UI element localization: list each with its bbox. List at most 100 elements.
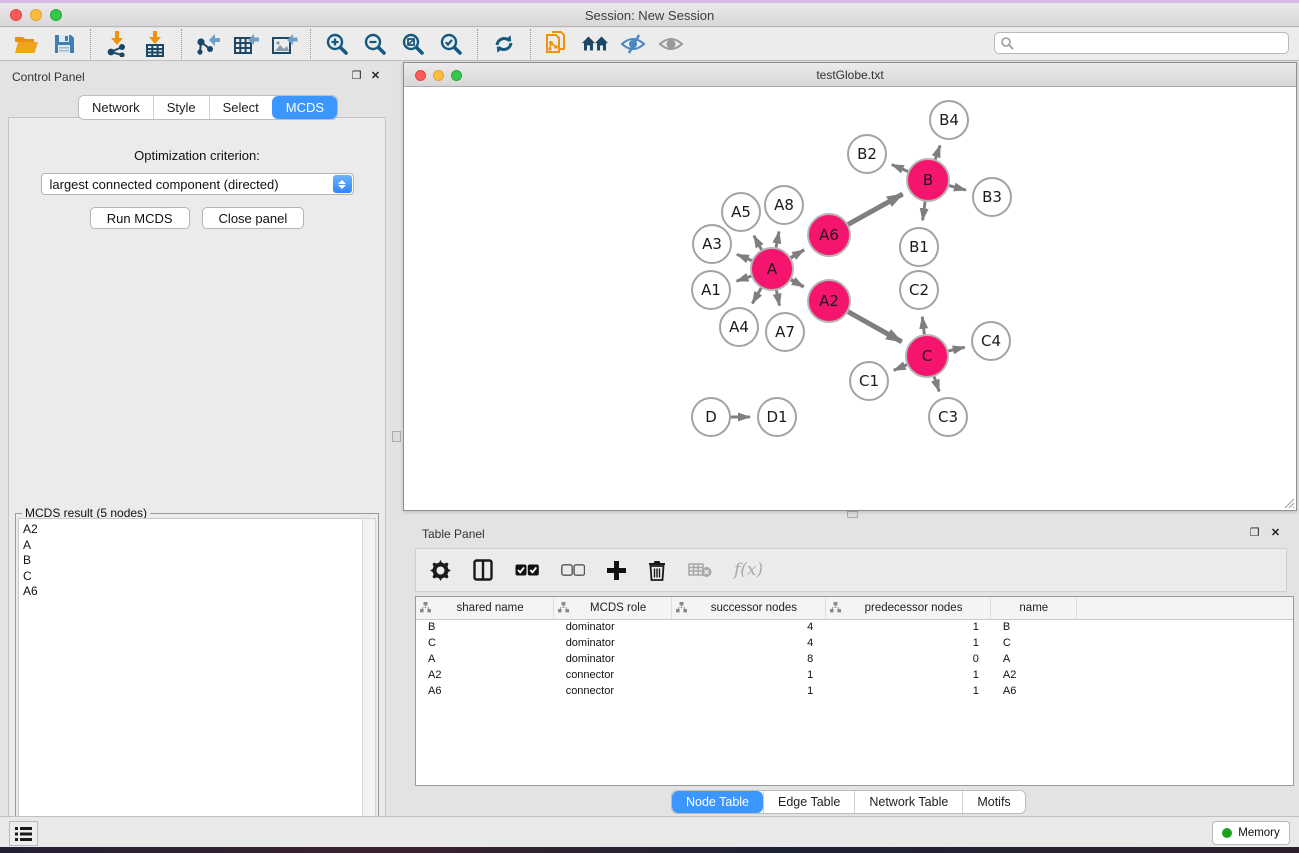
tab-network[interactable]: Network bbox=[79, 96, 153, 119]
graph-edge-A6-B[interactable] bbox=[846, 194, 902, 225]
duplicate-network-icon[interactable] bbox=[543, 30, 571, 58]
window-resize-grip[interactable] bbox=[1283, 497, 1295, 509]
graph-edge-B-B1[interactable] bbox=[923, 200, 926, 220]
export-image-icon[interactable] bbox=[270, 30, 298, 58]
table-row[interactable]: Adominator80A bbox=[416, 651, 1293, 667]
graph-edge-A-A6[interactable] bbox=[789, 250, 804, 259]
mcds-result-scrollbar[interactable] bbox=[362, 518, 376, 850]
zoom-in-icon[interactable] bbox=[323, 30, 351, 58]
zoom-selected-icon[interactable] bbox=[437, 30, 465, 58]
graph-edge-A-A5[interactable] bbox=[754, 236, 763, 252]
divider-grip[interactable] bbox=[392, 431, 401, 442]
close-panel-icon[interactable]: ✕ bbox=[1269, 526, 1282, 539]
deselect-all-rows-icon[interactable] bbox=[561, 558, 585, 582]
tab-select[interactable]: Select bbox=[209, 96, 272, 119]
network-canvas[interactable]: B4B2BB3A5A8A6A3B1AA1C2A2A4A7C4CC1C3DD1 bbox=[404, 87, 1296, 510]
graph-edge-B-B4[interactable] bbox=[935, 145, 940, 161]
graph-node-D[interactable]: D bbox=[692, 398, 730, 436]
graph-node-B2[interactable]: B2 bbox=[848, 135, 886, 173]
mcds-result-item[interactable]: C bbox=[23, 569, 363, 585]
graph-node-B3[interactable]: B3 bbox=[973, 178, 1011, 216]
graph-node-A3[interactable]: A3 bbox=[693, 225, 731, 263]
search-input[interactable] bbox=[994, 32, 1289, 54]
graph-edge-A2-C[interactable] bbox=[846, 311, 901, 342]
graph-node-A7[interactable]: A7 bbox=[766, 313, 804, 351]
graph-node-A[interactable]: A bbox=[751, 248, 793, 290]
export-table-icon[interactable] bbox=[232, 30, 260, 58]
graph-node-C3[interactable]: C3 bbox=[929, 398, 967, 436]
optimization-criterion-select[interactable]: largest connected component (directed) bbox=[41, 173, 354, 195]
graph-edge-A-A7[interactable] bbox=[776, 289, 780, 306]
graph-edge-A-A1[interactable] bbox=[737, 276, 754, 282]
run-mcds-button[interactable]: Run MCDS bbox=[90, 207, 190, 229]
graph-edge-A-A8[interactable] bbox=[776, 232, 779, 250]
tab-node-table[interactable]: Node Table bbox=[672, 791, 763, 813]
close-panel-icon[interactable]: ✕ bbox=[369, 69, 382, 82]
task-history-button[interactable] bbox=[9, 821, 38, 846]
graph-node-C2[interactable]: C2 bbox=[900, 271, 938, 309]
vertical-split-divider[interactable] bbox=[391, 62, 403, 815]
mcds-result-item[interactable]: B bbox=[23, 553, 363, 569]
graph-edge-B-B2[interactable] bbox=[892, 165, 910, 173]
graph-node-A1[interactable]: A1 bbox=[692, 271, 730, 309]
tab-edge-table[interactable]: Edge Table bbox=[763, 791, 854, 813]
column-header-successor-nodes[interactable]: successor nodes bbox=[672, 597, 826, 619]
export-network-icon[interactable] bbox=[194, 30, 222, 58]
refresh-icon[interactable] bbox=[490, 30, 518, 58]
mcds-result-item[interactable]: A2 bbox=[23, 522, 363, 538]
graph-edge-C-C3[interactable] bbox=[934, 375, 940, 392]
float-panel-icon[interactable]: ❐ bbox=[1248, 526, 1261, 539]
graph-edge-A-A4[interactable] bbox=[752, 286, 762, 303]
hide-graphics-eye-slash-icon[interactable] bbox=[619, 30, 647, 58]
graph-node-C4[interactable]: C4 bbox=[972, 322, 1010, 360]
mcds-result-item[interactable]: A6 bbox=[23, 584, 363, 600]
horizontal-split-divider[interactable] bbox=[403, 511, 1299, 519]
graph-edge-A-A2[interactable] bbox=[789, 279, 803, 287]
column-selector-icon[interactable] bbox=[473, 558, 493, 582]
function-builder-icon[interactable]: f(x) bbox=[734, 560, 763, 580]
graph-edge-C-C4[interactable] bbox=[946, 347, 964, 351]
graph-node-A8[interactable]: A8 bbox=[765, 186, 803, 224]
table-settings-gear-icon[interactable] bbox=[430, 558, 451, 582]
table-row[interactable]: A6connector11A6 bbox=[416, 683, 1293, 699]
column-header-shared-name[interactable]: shared name bbox=[416, 597, 554, 619]
home-icon[interactable] bbox=[581, 30, 609, 58]
table-row[interactable]: Cdominator41C bbox=[416, 635, 1293, 651]
open-folder-icon[interactable] bbox=[12, 30, 40, 58]
float-panel-icon[interactable]: ❐ bbox=[350, 69, 363, 82]
divider-grip[interactable] bbox=[847, 511, 858, 518]
graph-edge-C-C1[interactable] bbox=[894, 364, 909, 370]
graph-node-D1[interactable]: D1 bbox=[758, 398, 796, 436]
table-row[interactable]: Bdominator41B bbox=[416, 619, 1293, 635]
delete-column-trash-icon[interactable] bbox=[648, 558, 666, 582]
column-header-predecessor-nodes[interactable]: predecessor nodes bbox=[825, 597, 991, 619]
graph-node-A4[interactable]: A4 bbox=[720, 308, 758, 346]
graph-edge-C-C2[interactable] bbox=[922, 317, 924, 336]
delete-table-icon[interactable] bbox=[688, 558, 712, 582]
memory-button[interactable]: Memory bbox=[1212, 821, 1290, 845]
graph-node-B1[interactable]: B1 bbox=[900, 228, 938, 266]
tab-style[interactable]: Style bbox=[153, 96, 209, 119]
graph-node-C1[interactable]: C1 bbox=[850, 362, 888, 400]
select-all-rows-icon[interactable] bbox=[515, 558, 539, 582]
zoom-out-icon[interactable] bbox=[361, 30, 389, 58]
table-row[interactable]: A2connector11A2 bbox=[416, 667, 1293, 683]
graph-edge-A-A3[interactable] bbox=[737, 254, 754, 261]
show-graphics-eye-icon[interactable] bbox=[657, 30, 685, 58]
column-header-mcds-role[interactable]: MCDS role bbox=[554, 597, 672, 619]
graph-node-B4[interactable]: B4 bbox=[930, 101, 968, 139]
graph-node-A6[interactable]: A6 bbox=[808, 214, 850, 256]
zoom-fit-icon[interactable] bbox=[399, 30, 427, 58]
graph-node-B[interactable]: B bbox=[907, 159, 949, 201]
node-table[interactable]: shared name MCDS role successor nodes pr… bbox=[415, 596, 1294, 786]
graph-node-A5[interactable]: A5 bbox=[722, 193, 760, 231]
import-table-icon[interactable] bbox=[141, 30, 169, 58]
tab-network-table[interactable]: Network Table bbox=[854, 791, 962, 813]
mcds-result-item[interactable]: A bbox=[23, 538, 363, 554]
column-header-name[interactable]: name bbox=[991, 597, 1077, 619]
save-icon[interactable] bbox=[50, 30, 78, 58]
network-window-titlebar[interactable]: testGlobe.txt bbox=[404, 63, 1296, 87]
close-panel-button[interactable]: Close panel bbox=[202, 207, 305, 229]
add-column-plus-icon[interactable] bbox=[607, 558, 626, 582]
graph-node-A2[interactable]: A2 bbox=[808, 280, 850, 322]
